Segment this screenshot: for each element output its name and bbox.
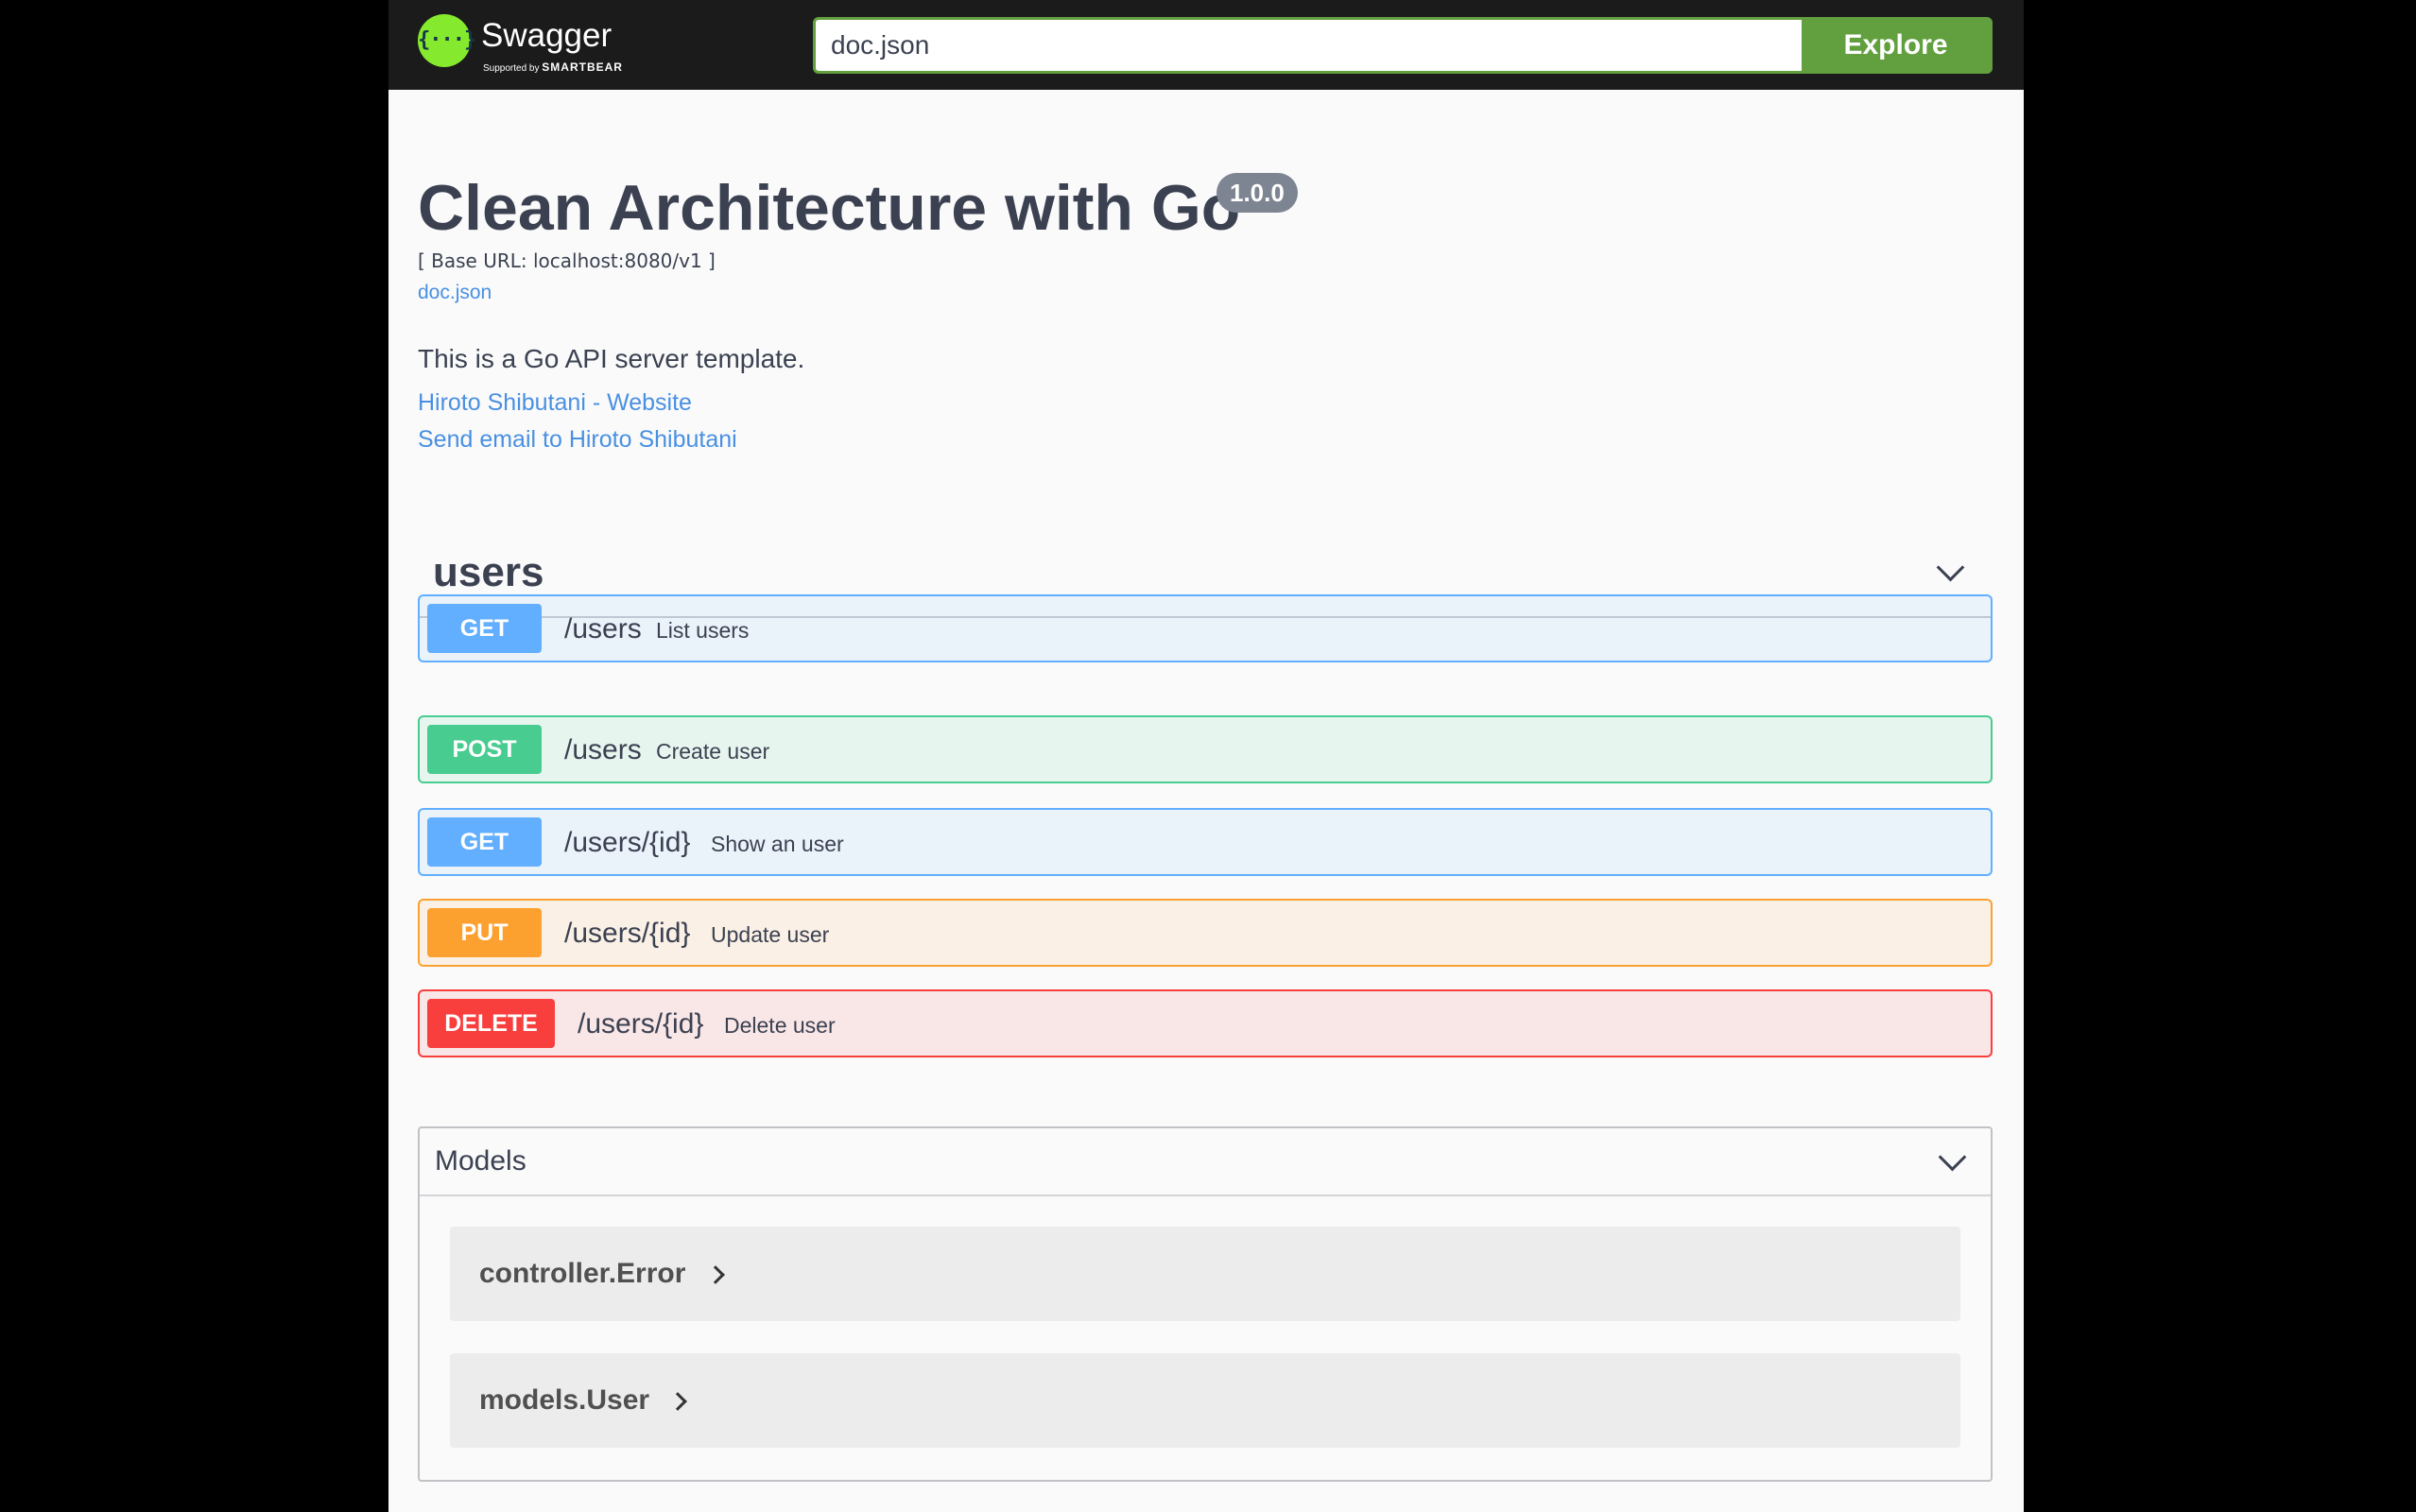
operation-summary: Delete user	[724, 1013, 836, 1038]
operation-summary: Create user	[656, 739, 770, 764]
chevron-right-icon[interactable]	[668, 1392, 687, 1411]
model-name: controller.Error	[479, 1258, 686, 1289]
spec-url-input[interactable]	[816, 20, 1802, 71]
method-badge: DELETE	[427, 999, 555, 1048]
operation-delete-user-by-id[interactable]: DELETE /users/{id} Delete user	[418, 989, 1993, 1057]
method-badge: GET	[427, 604, 542, 653]
models-title: Models	[435, 1145, 526, 1177]
swagger-logo[interactable]: {···} Swagger Supported by SMARTBEAR	[418, 14, 654, 75]
contact-website-link[interactable]: Hiroto Shibutani - Website	[418, 387, 692, 419]
model-name: models.User	[479, 1384, 650, 1416]
swagger-logo-subtitle: Supported by SMARTBEAR	[483, 61, 623, 75]
model-controller-error[interactable]: controller.Error	[450, 1227, 1960, 1321]
swagger-logo-icon: {···}	[418, 14, 476, 67]
model-models-user[interactable]: models.User	[450, 1353, 1960, 1448]
operation-path: /users	[564, 613, 642, 644]
operation-summary: Show an user	[711, 832, 844, 856]
method-badge: PUT	[427, 908, 542, 957]
version-badge: 1.0.0	[1217, 173, 1298, 213]
topbar: {···} Swagger Supported by SMARTBEAR Exp…	[388, 0, 2024, 90]
operation-path: /users/{id}	[564, 918, 691, 949]
operation-post-users[interactable]: POST /users Create user	[418, 715, 1993, 783]
spec-url-form: Explore	[813, 17, 1993, 74]
operation-path: /users/{id}	[578, 1008, 704, 1040]
tag-name: users	[433, 549, 544, 595]
operation-path: /users/{id}	[564, 827, 691, 858]
chevron-down-icon[interactable]	[1938, 1143, 1967, 1172]
swagger-ui-page: {···} Swagger Supported by SMARTBEAR Exp…	[388, 0, 2024, 1512]
models-section: Models controller.Error models.User	[418, 1126, 1993, 1482]
method-badge: GET	[427, 817, 542, 867]
explore-button[interactable]: Explore	[1802, 20, 1990, 71]
api-title: Clean Architecture with Go	[418, 172, 1241, 244]
models-header[interactable]: Models	[420, 1128, 1991, 1196]
swagger-logo-name: Swagger	[481, 17, 613, 54]
operation-path: /users	[564, 734, 642, 765]
logo-sub-prefix: Supported by	[483, 63, 540, 74]
operation-summary: List users	[656, 618, 750, 643]
chevron-down-icon[interactable]	[1936, 553, 1965, 582]
api-description: This is a Go API server template.	[418, 344, 805, 373]
chevron-right-icon[interactable]	[706, 1265, 725, 1284]
spec-link[interactable]: doc.json	[418, 280, 492, 306]
operation-get-user-by-id[interactable]: GET /users/{id} Show an user	[418, 808, 1993, 876]
operation-summary: Update user	[711, 922, 830, 947]
operation-put-user-by-id[interactable]: PUT /users/{id} Update user	[418, 899, 1993, 967]
logo-sub-brand: SMARTBEAR	[542, 60, 623, 74]
contact-email-link[interactable]: Send email to Hiroto Shibutani	[418, 423, 737, 455]
operation-get-users[interactable]: GET /users List users	[418, 594, 1993, 662]
base-url: [ Base URL: localhost:8080/v1 ]	[418, 249, 716, 272]
method-badge: POST	[427, 725, 542, 774]
